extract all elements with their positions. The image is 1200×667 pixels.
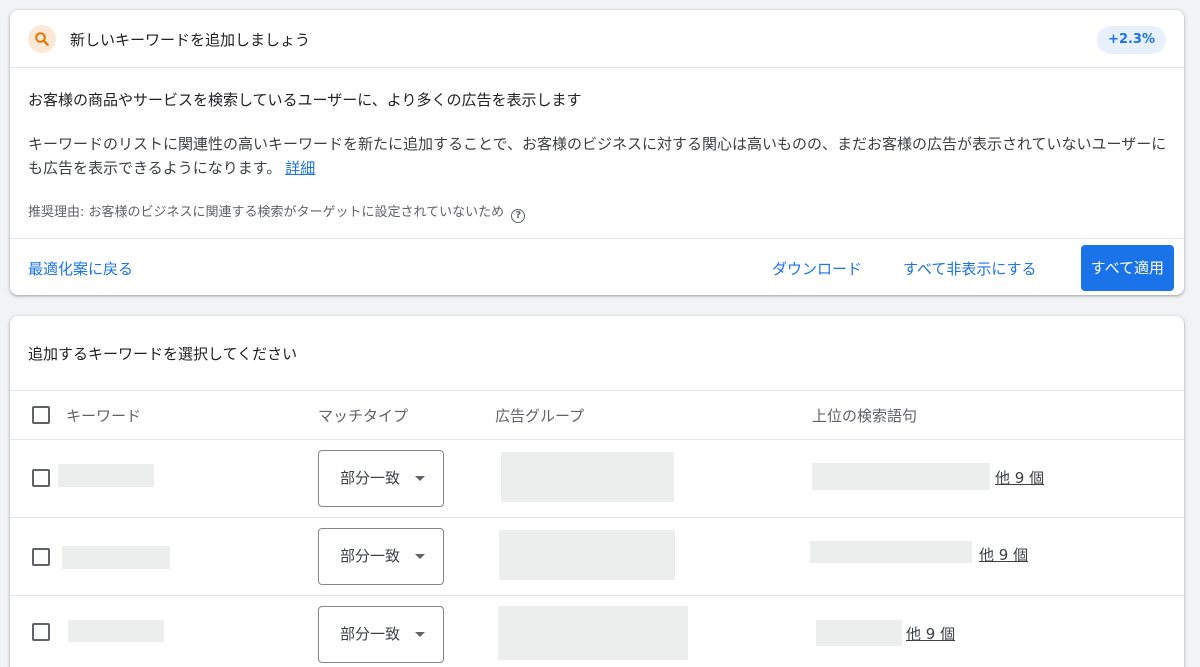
ad-group-redacted [499,530,675,580]
row-checkbox[interactable] [32,548,50,566]
select-all-checkbox[interactable] [32,406,50,424]
match-type-label: 部分一致 [340,469,401,487]
more-search-terms-link[interactable]: 他 9 個 [995,467,1044,488]
recommendation-reason: 推奨理由: お客様のビジネスに関連する検索がターゲットに設定されていないため ? [28,201,526,223]
table-header: キーワード マッチタイプ 広告グループ 上位の検索語句 [10,390,1184,440]
ad-group-redacted [501,452,674,502]
search-terms-redacted [812,463,990,490]
download-button[interactable]: ダウンロード [772,258,862,279]
more-search-terms-link[interactable]: 他 9 個 [979,544,1028,565]
match-type-dropdown[interactable]: 部分一致 [318,450,444,507]
column-header-ad-group: 広告グループ [495,407,585,425]
dropdown-arrow-icon [415,554,425,559]
more-search-terms-link[interactable]: 他 9 個 [906,623,955,644]
keyword-redacted [62,546,170,569]
search-icon [28,25,56,53]
ad-group-redacted [498,606,688,660]
apply-all-button[interactable]: すべて適用 [1080,245,1174,291]
recommendation-description: キーワードのリストに関連性の高いキーワードを新たに追加することで、お客様のビジネ… [28,132,1168,180]
score-uplift-badge: +2.3% [1097,26,1166,54]
row-checkbox[interactable] [32,623,50,641]
back-to-recommendations-button[interactable]: 最適化案に戻る [28,258,133,279]
keyword-selection-card: 追加するキーワードを選択してください キーワード マッチタイプ 広告グループ 上… [10,316,1184,667]
column-header-top-search-terms: 上位の検索語句 [812,407,918,425]
table-row: 部分一致 他 9 個 [10,596,1184,667]
match-type-label: 部分一致 [340,625,401,643]
description-text: キーワードのリストに関連性の高いキーワードを新たに追加することで、お客様のビジネ… [28,135,1167,177]
dismiss-all-button[interactable]: すべて非表示にする [903,258,1037,279]
learn-more-link[interactable]: 詳細 [285,159,315,177]
row-checkbox[interactable] [32,469,50,487]
keyword-redacted [68,620,164,642]
recommendation-card: 新しいキーワードを追加しましょう +2.3% お客様の商品やサービスを検索してい… [10,10,1184,295]
dropdown-arrow-icon [415,476,425,481]
reason-text: 推奨理由: お客様のビジネスに関連する検索がターゲットに設定されていないため [28,205,505,220]
recommendation-title: 新しいキーワードを追加しましょう [70,31,311,49]
table-row: 部分一致 他 9 個 [10,440,1184,518]
help-icon[interactable]: ? [511,209,526,223]
match-type-dropdown[interactable]: 部分一致 [318,528,444,585]
recommendation-lead: お客様の商品やサービスを検索しているユーザーに、より多くの広告を表示します [28,91,582,109]
match-type-dropdown[interactable]: 部分一致 [318,606,444,663]
search-terms-redacted [810,541,972,563]
column-header-match-type: マッチタイプ [318,407,409,425]
recommendation-header: 新しいキーワードを追加しましょう +2.3% [10,10,1184,68]
match-type-label: 部分一致 [340,547,401,565]
table-row: 部分一致 他 9 個 [10,518,1184,596]
recommendation-actions: 最適化案に戻る ダウンロード すべて非表示にする すべて適用 [10,238,1184,295]
keyword-redacted [58,464,154,487]
search-terms-redacted [816,620,902,646]
section-title: 追加するキーワードを選択してください [28,345,298,363]
dropdown-arrow-icon [415,632,425,637]
column-header-keyword: キーワード [66,407,142,425]
